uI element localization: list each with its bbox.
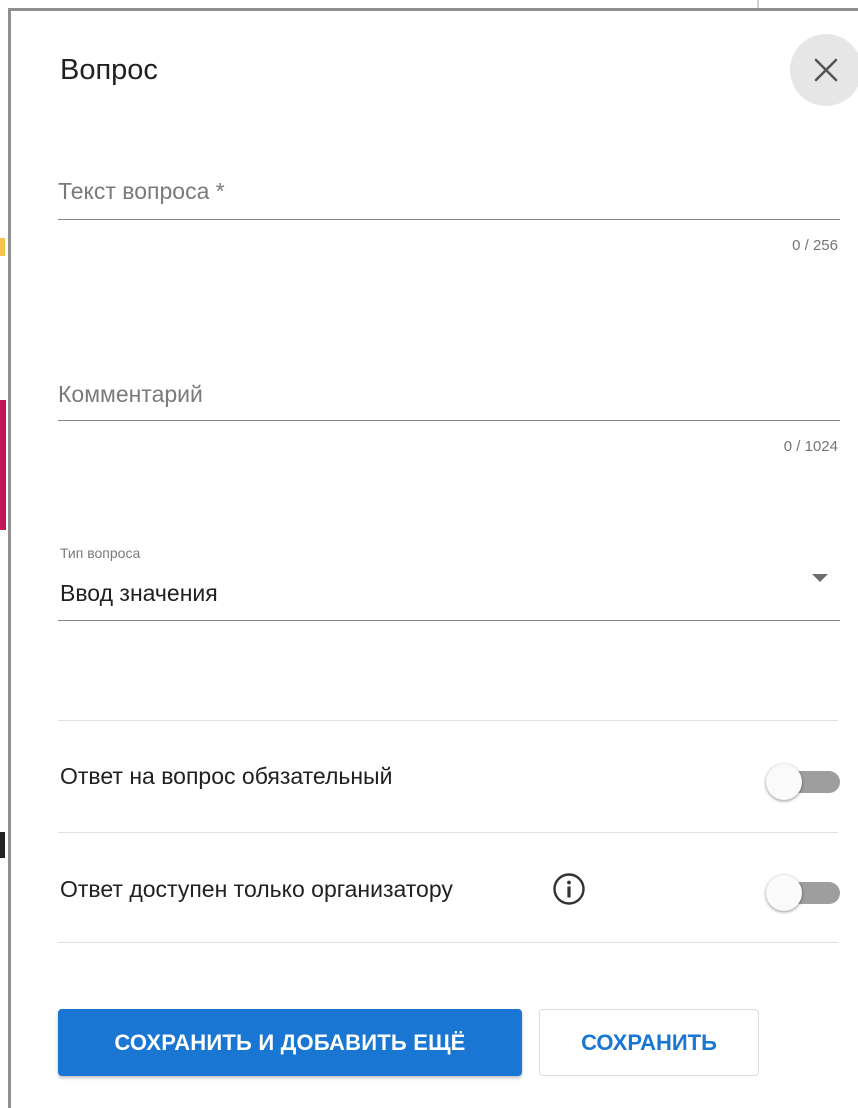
comment-field [58, 377, 840, 421]
required-answer-label: Ответ на вопрос обязательный [60, 763, 393, 789]
organizer-only-toggle[interactable] [766, 875, 840, 911]
comment-counter: 0 / 1024 [783, 438, 838, 455]
dialog-title: Вопрос [60, 54, 158, 86]
divider [58, 832, 838, 833]
comment-input[interactable] [58, 377, 840, 411]
info-icon[interactable] [552, 872, 586, 906]
question-text-underline [58, 219, 840, 220]
divider [58, 720, 838, 721]
save-button[interactable]: СОХРАНИТЬ [539, 1009, 759, 1076]
required-answer-toggle[interactable] [766, 764, 840, 800]
toggle-thumb [766, 764, 802, 800]
save-and-add-button[interactable]: СОХРАНИТЬ И ДОБАВИТЬ ЕЩЁ [58, 1009, 522, 1076]
divider [58, 942, 838, 943]
comment-underline [58, 420, 840, 421]
window-border-left [8, 8, 11, 1108]
chevron-down-icon[interactable] [812, 574, 828, 582]
window-border-top [8, 8, 858, 11]
question-text-counter: 0 / 256 [792, 237, 838, 254]
question-type-value: Ввод значения [60, 580, 218, 606]
question-type-label: Тип вопроса [60, 545, 141, 561]
question-text-input[interactable] [58, 174, 840, 208]
close-button[interactable] [790, 34, 858, 106]
toggle-thumb [766, 875, 802, 911]
background-fragment [0, 832, 5, 858]
question-text-field [58, 174, 840, 220]
background-fragment [757, 0, 759, 8]
question-type-underline [58, 620, 840, 621]
background-fragment [0, 400, 6, 530]
background-fragment [0, 238, 5, 256]
organizer-only-label: Ответ доступен только организатору [60, 876, 453, 902]
close-icon [814, 58, 838, 82]
